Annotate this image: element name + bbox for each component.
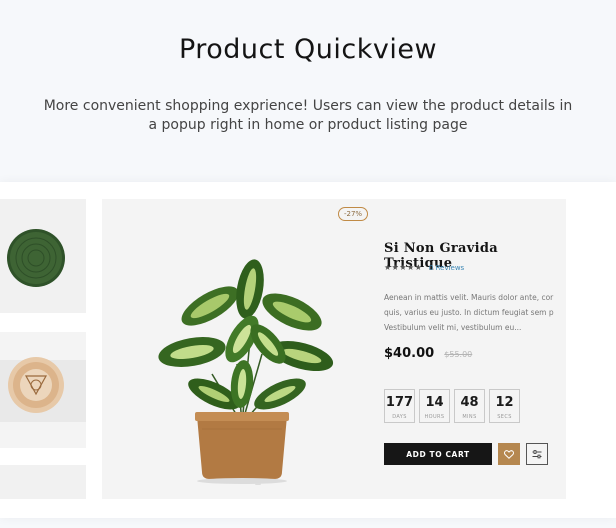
product-description: Aenean in mattis velit. Mauris dolor ant…	[384, 290, 566, 335]
old-price: $55.00	[444, 350, 473, 359]
page-subtitle: More convenient shopping exprience! User…	[43, 98, 573, 133]
star-rating-icon: ★★★★★	[384, 263, 423, 272]
countdown-value: 48	[460, 395, 479, 410]
countdown-days: 177 DAYS	[384, 389, 415, 423]
countdown-mins: 48 MINS	[454, 389, 485, 423]
demo-stage: -27% Si Non Gravida Tristique ★★★★★ 0 Re…	[0, 182, 616, 518]
heart-icon	[504, 449, 514, 459]
countdown-timer: 177 DAYS 14 HOURS 48 MINS 12 SECS	[384, 389, 520, 423]
countdown-secs: 12 SECS	[489, 389, 520, 423]
countdown-unit: HOURS	[424, 414, 445, 420]
product-card-thumb-plate[interactable]	[0, 199, 86, 313]
countdown-value: 14	[425, 395, 444, 410]
sliders-icon	[532, 449, 542, 458]
image-carousel-dot[interactable]	[255, 483, 261, 485]
page-title: Product Quickview	[178, 34, 438, 65]
product-card-thumb-partial[interactable]	[0, 465, 86, 499]
product-image	[158, 259, 334, 484]
quickview-popup: -27% Si Non Gravida Tristique ★★★★★ 0 Re…	[102, 199, 566, 499]
green-plate-image	[7, 229, 65, 287]
discount-badge: -27%	[338, 207, 369, 221]
wishlist-button[interactable]	[498, 443, 520, 465]
wooden-bowl-image	[8, 357, 64, 413]
rating-row: ★★★★★ 0 Reviews	[384, 263, 464, 272]
countdown-unit: SECS	[497, 414, 512, 420]
countdown-value: 12	[495, 395, 514, 410]
description-line: Vestibulum velit mi, vestibulum eu...	[384, 323, 522, 332]
add-to-cart-button[interactable]: ADD TO CART	[384, 443, 492, 465]
description-line: Aenean in mattis velit. Mauris dolor ant…	[384, 293, 554, 302]
compare-button[interactable]	[526, 443, 548, 465]
countdown-value: 177	[385, 395, 414, 410]
countdown-unit: MINS	[462, 414, 477, 420]
current-price: $40.00	[384, 346, 435, 361]
product-card-thumb-bowl[interactable]	[0, 332, 86, 448]
description-line: quis, varius eu justo. In dictum feugiat…	[384, 308, 554, 317]
countdown-hours: 14 HOURS	[419, 389, 450, 423]
countdown-unit: DAYS	[392, 414, 407, 420]
price-row: $40.00 $55.00	[384, 342, 472, 361]
reviews-link[interactable]: 0 Reviews	[429, 264, 464, 272]
